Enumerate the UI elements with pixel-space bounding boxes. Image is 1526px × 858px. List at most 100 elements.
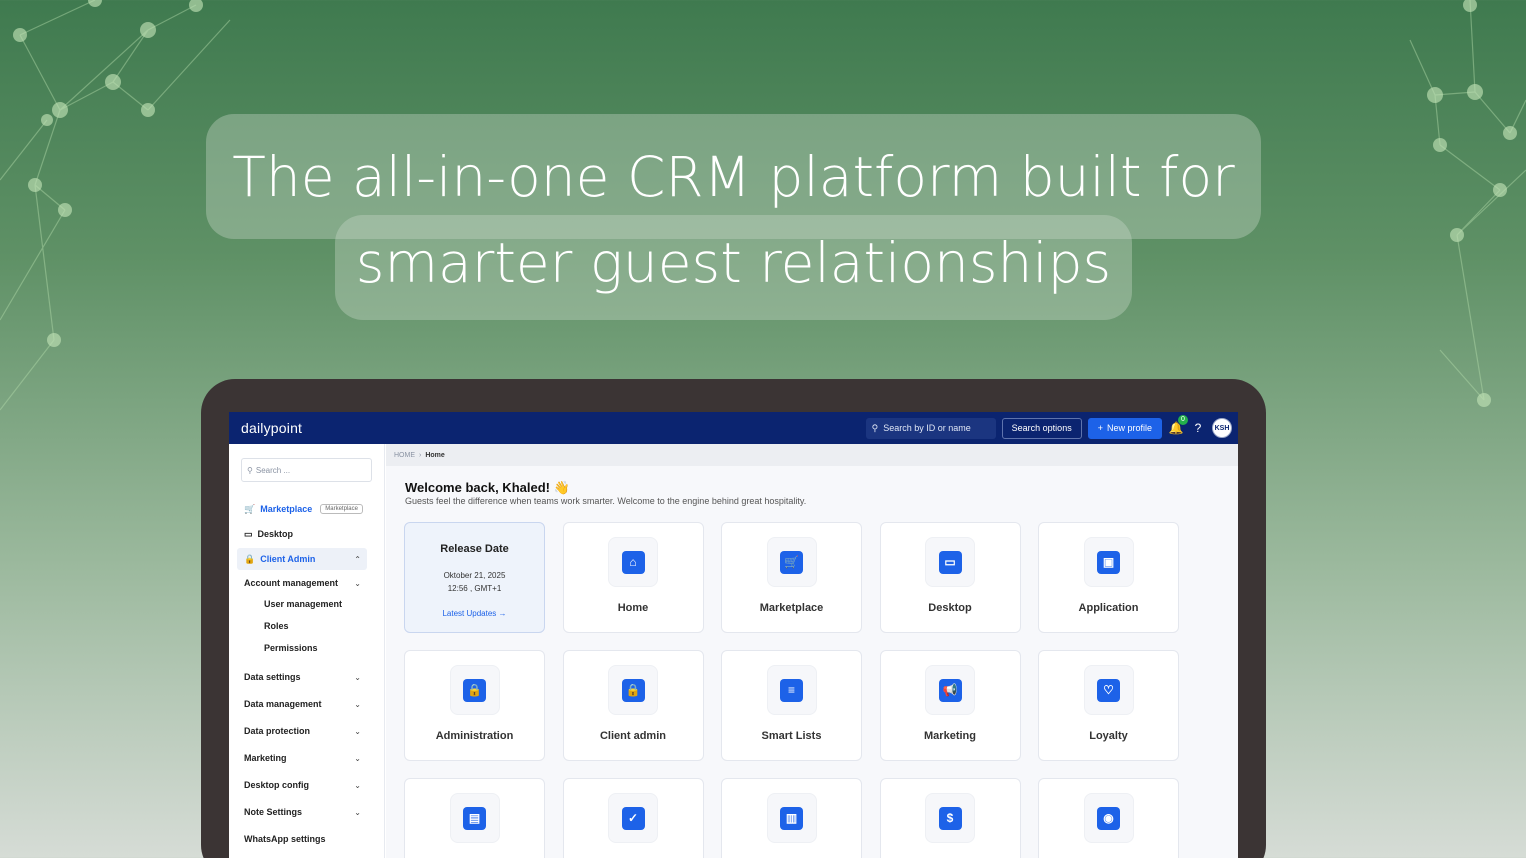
app-tile[interactable]: 🔒 Administration [404, 650, 545, 761]
sidebar-item-data-management[interactable]: Data management ⌄ [237, 693, 367, 715]
sidebar-item-client-admin[interactable]: 🔒 Client Admin ⌃ [237, 548, 367, 570]
book-icon: ▤ [463, 806, 486, 830]
sidebar-item-desktop-config[interactable]: Desktop config ⌄ [237, 774, 367, 796]
lock-icon: 🔒 [463, 678, 486, 702]
global-search-input[interactable]: ⚲ Search by ID or name [865, 417, 996, 439]
tile-icon-frame: 📢 [925, 665, 975, 715]
tile-label: Smart Lists [761, 730, 822, 742]
tile-icon-frame: ≡ [766, 665, 817, 715]
sidebar-item-account-management[interactable]: Account management ⌄ [237, 572, 367, 594]
top-bar: dailypoint ⚲ Search by ID or name Search… [229, 412, 1238, 444]
cart-icon: 🛒 [780, 550, 803, 574]
brand-logo[interactable]: dailypoint [241, 420, 302, 436]
lock-icon: 🔒 [621, 678, 645, 702]
marketplace-tooltip: Marketplace [320, 504, 363, 514]
sidebar-item-label: Data protection [244, 726, 311, 736]
app-tile[interactable]: ▤ [404, 778, 545, 858]
tile-icon-frame: ▭ [925, 537, 975, 587]
search-options-button[interactable]: Search options [1001, 417, 1082, 439]
app-tile[interactable]: ◉ [1038, 778, 1179, 858]
sidebar-item-label: Client Admin [260, 554, 316, 564]
sidebar-subitem-permissions[interactable]: Permissions [264, 643, 318, 653]
tile-label: Desktop [928, 602, 972, 614]
welcome-subtitle: Guests feel the difference when teams wo… [405, 496, 807, 506]
tile-icon-frame: ◉ [1083, 793, 1134, 843]
chevron-down-icon: ⌄ [354, 672, 361, 682]
help-icon[interactable]: ? [1190, 421, 1206, 435]
main-content: HOME › Home Welcome back, Khaled! 👋 Gues… [386, 444, 1238, 858]
sidebar-item-data-settings[interactable]: Data settings ⌄ [237, 666, 367, 688]
search-icon: ⚲ [871, 422, 879, 433]
plus-icon: + [1097, 423, 1103, 433]
check-circle-icon: ✓ [621, 806, 645, 830]
chevron-down-icon: ⌄ [354, 780, 361, 790]
latest-updates-link[interactable]: Latest Updates → [405, 609, 544, 618]
release-title: Release Date [440, 543, 509, 555]
dollar-icon: $ [938, 806, 962, 830]
new-profile-label: New profile [1106, 423, 1152, 433]
release-date: Oktober 21, 2025 12:56 , GMT+1 [405, 569, 544, 595]
monitor-icon: ▭ [938, 550, 962, 574]
chevron-up-icon: ⌃ [354, 554, 361, 564]
tile-icon-frame: $ [925, 793, 975, 843]
app-tile[interactable]: 🔒 Client admin [562, 650, 704, 761]
new-profile-button[interactable]: + New profile [1087, 417, 1162, 439]
sidebar-subitem-user-management[interactable]: User management [264, 599, 342, 609]
sidebar-item-label: Account management [244, 578, 339, 588]
tile-icon-frame: ✓ [608, 793, 658, 843]
sidebar-item-note-settings[interactable]: Note Settings ⌄ [237, 801, 367, 823]
monitor-icon: ▭ [244, 528, 253, 539]
bar-chart-icon: ▥ [780, 806, 803, 830]
app-tile[interactable]: ⌂ Home [562, 522, 704, 633]
sidebar-item-label: Marketplace [260, 504, 313, 514]
chevron-down-icon: ⌄ [354, 807, 361, 817]
sidebar-subitem-roles[interactable]: Roles [264, 621, 289, 631]
tile-label: Marketing [924, 730, 976, 742]
sidebar-item-marketing[interactable]: Marketing ⌄ [237, 747, 367, 769]
tile-icon-frame: ▤ [449, 793, 500, 843]
release-time-value: 12:56 , GMT+1 [447, 584, 502, 593]
heart-icon: ♡ [1097, 678, 1120, 702]
sidebar-item-label: WhatsApp settings [244, 834, 326, 844]
app-tile[interactable]: ♡ Loyalty [1038, 650, 1179, 761]
sidebar-item-desktop[interactable]: ▭ Desktop [237, 523, 367, 545]
megaphone-icon: 📢 [938, 678, 962, 702]
breadcrumb-separator: › [419, 451, 422, 459]
sidebar-item-label: Data settings [244, 672, 301, 682]
tile-icon-frame: ▥ [766, 793, 817, 843]
breadcrumb-root[interactable]: HOME [394, 452, 415, 459]
sidebar: ⚲ Search ... 🛒 Marketplace Marketplace ▭… [229, 444, 385, 858]
chevron-down-icon: ⌄ [354, 753, 361, 763]
sidebar-item-label: Desktop config [244, 780, 310, 790]
welcome-title: Welcome back, Khaled! 👋 [405, 480, 570, 495]
sidebar-item-whatsapp-settings[interactable]: WhatsApp settings [237, 828, 367, 850]
sidebar-item-marketplace[interactable]: 🛒 Marketplace Marketplace [237, 498, 367, 520]
app-tile[interactable]: ▭ Desktop [879, 522, 1021, 633]
sidebar-search-placeholder: Search ... [255, 465, 291, 475]
cart-icon: 🛒 [244, 503, 256, 514]
notification-badge: 0 [1178, 415, 1188, 425]
rss-icon: ◉ [1097, 806, 1120, 830]
search-icon: ⚲ [247, 465, 253, 475]
briefcase-icon: ▣ [1097, 550, 1120, 574]
avatar[interactable]: KSH [1212, 418, 1232, 438]
app-tile[interactable]: $ [879, 778, 1021, 858]
app-tile[interactable]: ▣ Application [1038, 522, 1179, 633]
tile-label: Application [1078, 602, 1139, 614]
sidebar-search-input[interactable]: ⚲ Search ... [241, 458, 372, 482]
sidebar-item-label: Data management [244, 699, 322, 709]
bell-icon[interactable]: 🔔 0 [1168, 415, 1188, 435]
global-search-placeholder: Search by ID or name [883, 423, 971, 433]
app-tile[interactable]: ≡ Smart Lists [721, 650, 862, 761]
tile-icon-frame: ⌂ [608, 537, 658, 587]
breadcrumb-current: Home [425, 451, 445, 459]
headline-line-2: smarter guest relationships [355, 231, 1112, 295]
app-tile[interactable]: ▥ [721, 778, 862, 858]
tile-icon-frame: 🔒 [608, 665, 658, 715]
app-tile[interactable]: 📢 Marketing [879, 650, 1021, 761]
chevron-down-icon: ⌄ [354, 699, 361, 709]
sidebar-item-data-protection[interactable]: Data protection ⌄ [237, 720, 367, 742]
app-tile[interactable]: 🛒 Marketplace [721, 522, 862, 633]
app-tile[interactable]: ✓ [562, 778, 704, 858]
tile-label: Administration [435, 730, 514, 742]
